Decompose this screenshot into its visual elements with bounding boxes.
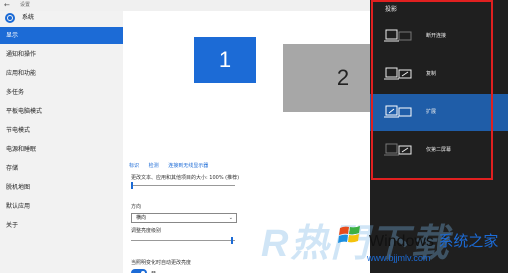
gear-icon — [5, 13, 15, 23]
sidebar-item-offline-maps[interactable]: 脱机地图 — [0, 179, 123, 196]
detect-link[interactable]: 检测 — [149, 163, 159, 169]
sidebar: 系统 显示 通知和操作 应用和功能 多任务 平板电脑模式 节电模式 电源和睡眠 … — [0, 11, 123, 273]
sidebar-item-power-sleep[interactable]: 电源和睡眠 — [0, 141, 123, 158]
sidebar-item-storage[interactable]: 存储 — [0, 160, 123, 177]
monitor-1[interactable]: 1 — [194, 37, 256, 83]
app-header: 系统 — [0, 11, 123, 25]
identify-link[interactable]: 标识 — [129, 163, 139, 169]
brightness-slider-thumb[interactable] — [231, 237, 233, 244]
sidebar-item-notifications[interactable]: 通知和操作 — [0, 46, 123, 63]
display-links: 标识 检测 连接到无线显示器 — [129, 162, 216, 169]
brightness-slider[interactable] — [131, 240, 235, 241]
sidebar-item-battery-saver[interactable]: 节电模式 — [0, 122, 123, 139]
orientation-value: 横向 — [136, 215, 147, 221]
scale-slider-thumb[interactable] — [131, 182, 133, 189]
scale-label: 更改文本、应用和其他项目的大小: 100% (推荐) — [131, 175, 240, 181]
auto-brightness-label: 当照明变化时自动更改亮度 — [131, 260, 192, 266]
display-arrangement: 1 2 — [123, 11, 403, 149]
sidebar-item-tablet-mode[interactable]: 平板电脑模式 — [0, 103, 123, 120]
sidebar-item-about[interactable]: 关于 — [0, 217, 123, 234]
chevron-down-icon: ⌄ — [228, 215, 233, 221]
app-title: 系统 — [22, 14, 35, 21]
highlight-box — [371, 0, 493, 180]
sidebar-item-apps[interactable]: 应用和功能 — [0, 65, 123, 82]
sidebar-item-multitasking[interactable]: 多任务 — [0, 84, 123, 101]
scale-slider[interactable] — [131, 185, 235, 186]
orientation-label: 方向 — [131, 204, 142, 210]
back-arrow-icon[interactable]: ← — [4, 0, 10, 10]
sidebar-item-display[interactable]: 显示 — [0, 27, 123, 44]
main-panel: 1 2 标识 检测 连接到无线显示器 更改文本、应用和其他项目的大小: 100%… — [123, 11, 403, 273]
connect-wireless-display-link[interactable]: 连接到无线显示器 — [168, 163, 208, 169]
window-title: 设置 — [20, 2, 31, 8]
sidebar-item-default-apps[interactable]: 默认应用 — [0, 198, 123, 215]
brightness-label: 调整亮度级别 — [131, 228, 162, 234]
orientation-dropdown[interactable]: 横向 ⌄ — [131, 213, 237, 223]
auto-brightness-toggle[interactable] — [131, 269, 147, 273]
title-bar: ← 设置 — [0, 0, 370, 11]
